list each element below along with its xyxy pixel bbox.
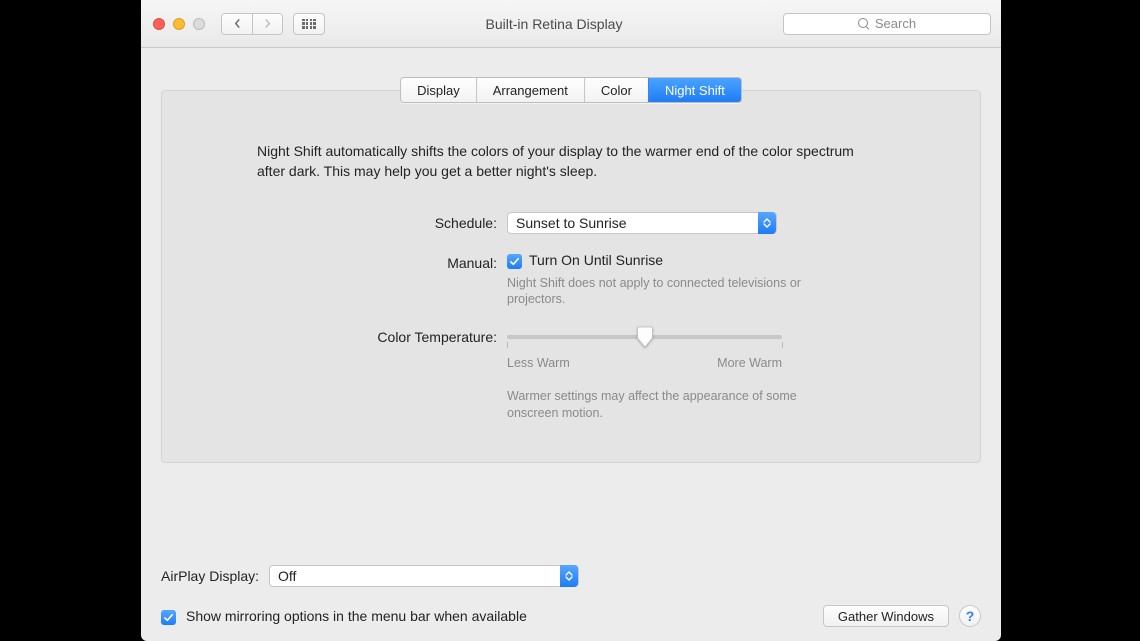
slider-min-label: Less Warm <box>507 356 570 370</box>
checkmark-icon <box>509 256 520 267</box>
grid-icon <box>302 19 316 29</box>
window-controls <box>151 18 211 30</box>
tab-display[interactable]: Display <box>401 78 476 102</box>
close-window-button[interactable] <box>153 18 165 30</box>
window-title: Built-in Retina Display <box>335 16 773 32</box>
mirroring-checkbox[interactable] <box>161 610 176 625</box>
schedule-dropdown[interactable]: Sunset to Sunrise <box>507 212 777 234</box>
mirroring-checkbox-label: Show mirroring options in the menu bar w… <box>186 608 527 624</box>
manual-label: Manual: <box>212 252 497 309</box>
color-temperature-hint: Warmer settings may affect the appearanc… <box>507 388 807 422</box>
bottom-row: Show mirroring options in the menu bar w… <box>161 605 981 627</box>
airplay-value: Off <box>278 568 296 584</box>
zoom-window-button[interactable] <box>193 18 205 30</box>
gather-windows-button[interactable]: Gather Windows <box>823 605 949 627</box>
manual-hint: Night Shift does not apply to connected … <box>507 275 807 309</box>
tab-arrangement[interactable]: Arrangement <box>476 78 584 102</box>
tab-color[interactable]: Color <box>584 78 648 102</box>
night-shift-form: Schedule: Sunset to Sunrise Manual: <box>212 212 930 423</box>
chevron-right-icon <box>263 19 272 28</box>
airplay-dropdown[interactable]: Off <box>269 565 579 587</box>
preferences-window: Built-in Retina Display Search Display A… <box>141 0 1001 641</box>
slider-labels: Less Warm More Warm <box>507 356 782 370</box>
manual-checkbox-label: Turn On Until Sunrise <box>529 252 663 268</box>
tab-bar: Display Arrangement Color Night Shift <box>400 77 742 103</box>
schedule-label: Schedule: <box>212 212 497 234</box>
dropdown-stepper-icon <box>560 565 578 587</box>
dropdown-stepper-icon <box>758 212 776 234</box>
chevron-left-icon <box>233 19 242 28</box>
search-placeholder: Search <box>875 16 916 31</box>
manual-checkbox[interactable] <box>507 254 522 269</box>
help-button[interactable]: ? <box>959 605 981 627</box>
minimize-window-button[interactable] <box>173 18 185 30</box>
search-field[interactable]: Search <box>783 13 991 35</box>
back-button[interactable] <box>222 14 252 34</box>
titlebar: Built-in Retina Display Search <box>141 0 1001 48</box>
color-temperature-label: Color Temperature: <box>212 326 497 422</box>
night-shift-description: Night Shift automatically shifts the col… <box>212 141 930 182</box>
slider-tick <box>782 342 783 348</box>
nav-segmented <box>221 13 283 35</box>
slider-thumb[interactable] <box>636 326 653 348</box>
color-temperature-slider[interactable] <box>507 330 782 350</box>
slider-tick <box>507 342 508 348</box>
checkmark-icon <box>163 612 174 623</box>
slider-max-label: More Warm <box>717 356 782 370</box>
forward-button[interactable] <box>252 14 282 34</box>
tab-night-shift[interactable]: Night Shift <box>648 78 741 102</box>
schedule-value: Sunset to Sunrise <box>516 215 627 231</box>
question-mark-icon: ? <box>966 608 975 624</box>
content-area: Display Arrangement Color Night Shift Ni… <box>141 48 1001 641</box>
settings-panel: Display Arrangement Color Night Shift Ni… <box>161 90 981 463</box>
search-icon <box>858 18 870 30</box>
footer: AirPlay Display: Off Show mirroring opti… <box>161 547 981 627</box>
airplay-label: AirPlay Display: <box>161 568 259 584</box>
airplay-row: AirPlay Display: Off <box>161 565 981 587</box>
show-all-button[interactable] <box>293 13 325 35</box>
